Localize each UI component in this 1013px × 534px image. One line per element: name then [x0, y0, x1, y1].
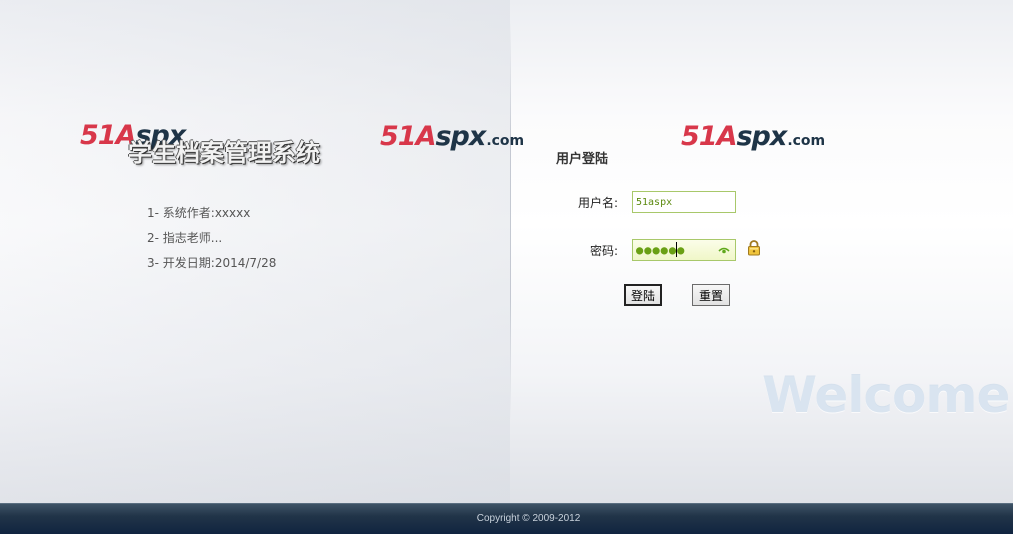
login-page: 51Aspx 学生档案管理系统 1- 系统作者:xxxxx 2- 指志老师...…: [0, 0, 1013, 503]
list-item: 3- 开发日期:2014/7/28: [147, 256, 277, 270]
panel-divider: [510, 20, 511, 420]
footer-bar: Copyright © 2009-2012: [0, 503, 1013, 534]
lock-icon: [748, 240, 760, 256]
username-input[interactable]: [632, 191, 736, 213]
brand-logo-suffix: .com: [486, 133, 525, 149]
system-title: 学生档案管理系统: [128, 138, 320, 167]
list-item: 2- 指志老师...: [147, 231, 223, 245]
login-button[interactable]: 登陆: [624, 284, 662, 306]
login-title: 用户登陆: [556, 152, 609, 167]
brand-logo-main: 51Aspx: [380, 121, 486, 152]
text-caret: [676, 242, 677, 257]
brand-logo-main: 51Aspx: [681, 121, 787, 152]
eye-icon[interactable]: [718, 246, 730, 254]
system-info-list: 1- 系统作者:xxxxx 2- 指志老师... 3- 开发日期:2014/7/…: [147, 204, 276, 279]
username-label: 用户名:: [577, 196, 618, 210]
welcome-watermark: Welcome: [762, 366, 1010, 424]
list-item: 1- 系统作者:xxxxx: [147, 206, 251, 220]
brand-logo-suffix: .com: [787, 133, 826, 149]
reset-button[interactable]: 重置: [692, 284, 730, 306]
brand-logo: 51Aspx .com: [380, 123, 524, 150]
password-label: 密码:: [589, 244, 618, 258]
brand-logo: 51Aspx .com: [681, 123, 825, 150]
copyright-text: Copyright © 2009-2012: [476, 513, 581, 524]
